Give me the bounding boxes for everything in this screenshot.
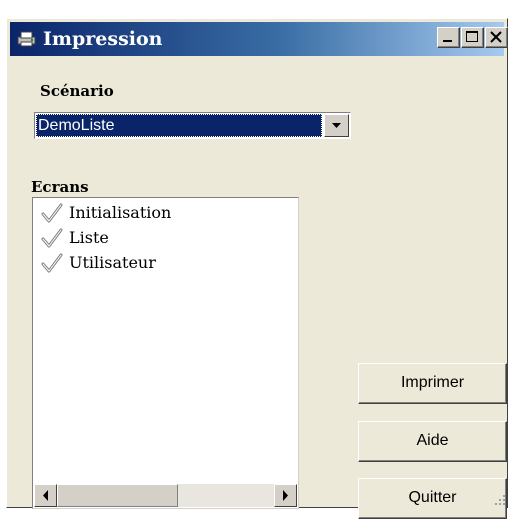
- checkmark-icon: [41, 203, 63, 223]
- scenario-dropdown-button[interactable]: [324, 114, 349, 137]
- checkmark-icon: [41, 253, 63, 273]
- print-dialog-window: Impression Scénario DemoListe Ecrans Ini…: [6, 18, 508, 519]
- resize-grip-icon[interactable]: [493, 493, 507, 507]
- close-button[interactable]: [485, 27, 508, 48]
- scenario-label: Scénario: [40, 82, 114, 100]
- maximize-icon: [466, 31, 478, 42]
- scroll-thumb[interactable]: [57, 484, 178, 507]
- scroll-right-button[interactable]: [274, 484, 297, 507]
- printer-icon: [17, 31, 36, 47]
- window-title: Impression: [43, 28, 163, 50]
- scroll-left-button[interactable]: [34, 484, 57, 507]
- checkmark-icon: [41, 228, 63, 248]
- minimize-button[interactable]: [437, 27, 460, 48]
- ecrans-list[interactable]: Initialisation Liste Utilisateur: [32, 197, 299, 509]
- arrow-left-icon: [43, 490, 48, 501]
- list-item-label: Utilisateur: [69, 253, 156, 272]
- maximize-button[interactable]: [461, 27, 484, 48]
- quit-button[interactable]: Quitter: [358, 478, 507, 519]
- scenario-selected-value[interactable]: DemoListe: [36, 114, 322, 137]
- minimize-icon: [443, 40, 452, 42]
- close-icon: [490, 31, 502, 43]
- list-item-label: Initialisation: [69, 203, 172, 222]
- chevron-down-icon: [332, 123, 341, 128]
- title-bar[interactable]: Impression: [10, 22, 508, 56]
- list-item-label: Liste: [69, 228, 109, 247]
- print-button[interactable]: Imprimer: [358, 363, 507, 404]
- ecrans-label: Ecrans: [31, 178, 89, 196]
- scenario-select[interactable]: DemoListe: [34, 112, 351, 139]
- arrow-right-icon: [283, 490, 288, 501]
- horizontal-scrollbar[interactable]: [34, 484, 297, 507]
- help-button[interactable]: Aide: [358, 421, 507, 462]
